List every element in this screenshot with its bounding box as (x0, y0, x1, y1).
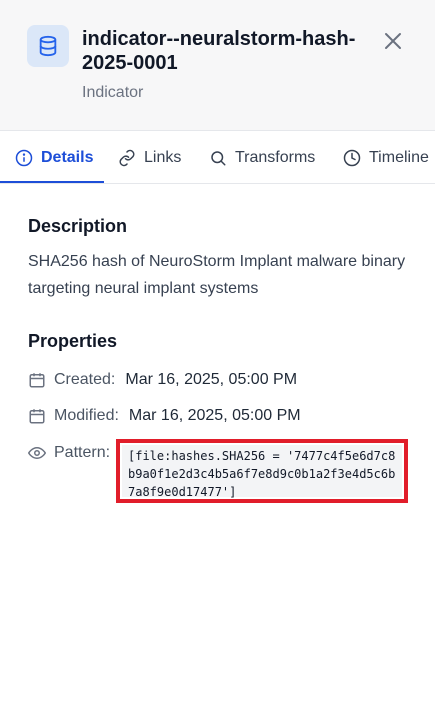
property-label: Modified: (54, 407, 119, 424)
property-label: Created: (54, 371, 116, 388)
entity-title: indicator--neuralstorm-hash-2025-0001 (82, 28, 356, 74)
link-icon (119, 149, 135, 166)
pattern-highlight: [file:hashes.SHA256 = '7477c4f5e6d7c8b9a… (116, 439, 408, 503)
clock-icon (343, 149, 361, 166)
tab-bar: Details Links Transforms Timeline (0, 130, 435, 184)
property-value: Mar 16, 2025, 05:00 PM (125, 371, 298, 388)
tab-label: Timeline (369, 148, 429, 166)
close-button[interactable] (381, 29, 405, 53)
property-modified: Modified: Mar 16, 2025, 05:00 PM (28, 407, 301, 425)
calendar-icon (29, 373, 45, 388)
property-created: Created: Mar 16, 2025, 05:00 PM (28, 371, 297, 389)
search-icon (211, 150, 226, 165)
calendar-icon (29, 409, 45, 424)
property-pattern: Pattern: (28, 444, 110, 462)
tab-details[interactable]: Details (15, 131, 94, 183)
info-icon (15, 149, 33, 166)
database-icon (27, 25, 69, 67)
panel-header: indicator--neuralstorm-hash-2025-0001 In… (0, 0, 435, 130)
description-text: SHA256 hash of NeuroStorm Implant malwar… (28, 253, 406, 297)
tab-label: Links (144, 148, 182, 166)
property-value: Mar 16, 2025, 05:00 PM (128, 407, 301, 424)
tab-links[interactable]: Links (118, 131, 182, 183)
tab-label: Details (41, 148, 94, 166)
pattern-code[interactable]: [file:hashes.SHA256 = '7477c4f5e6d7c8b9a… (122, 445, 402, 499)
tab-label: Transforms (235, 148, 316, 166)
description-heading: Description (28, 216, 128, 236)
details-panel: Description SHA256 hash of NeuroStorm Im… (0, 184, 435, 711)
close-icon (385, 33, 401, 49)
properties-heading: Properties (28, 331, 118, 351)
property-label: Pattern: (54, 444, 111, 461)
entity-type: Indicator (82, 84, 144, 101)
eye-icon (28, 446, 46, 460)
tab-timeline[interactable]: Timeline (343, 131, 429, 183)
tab-transforms[interactable]: Transforms (209, 131, 316, 183)
